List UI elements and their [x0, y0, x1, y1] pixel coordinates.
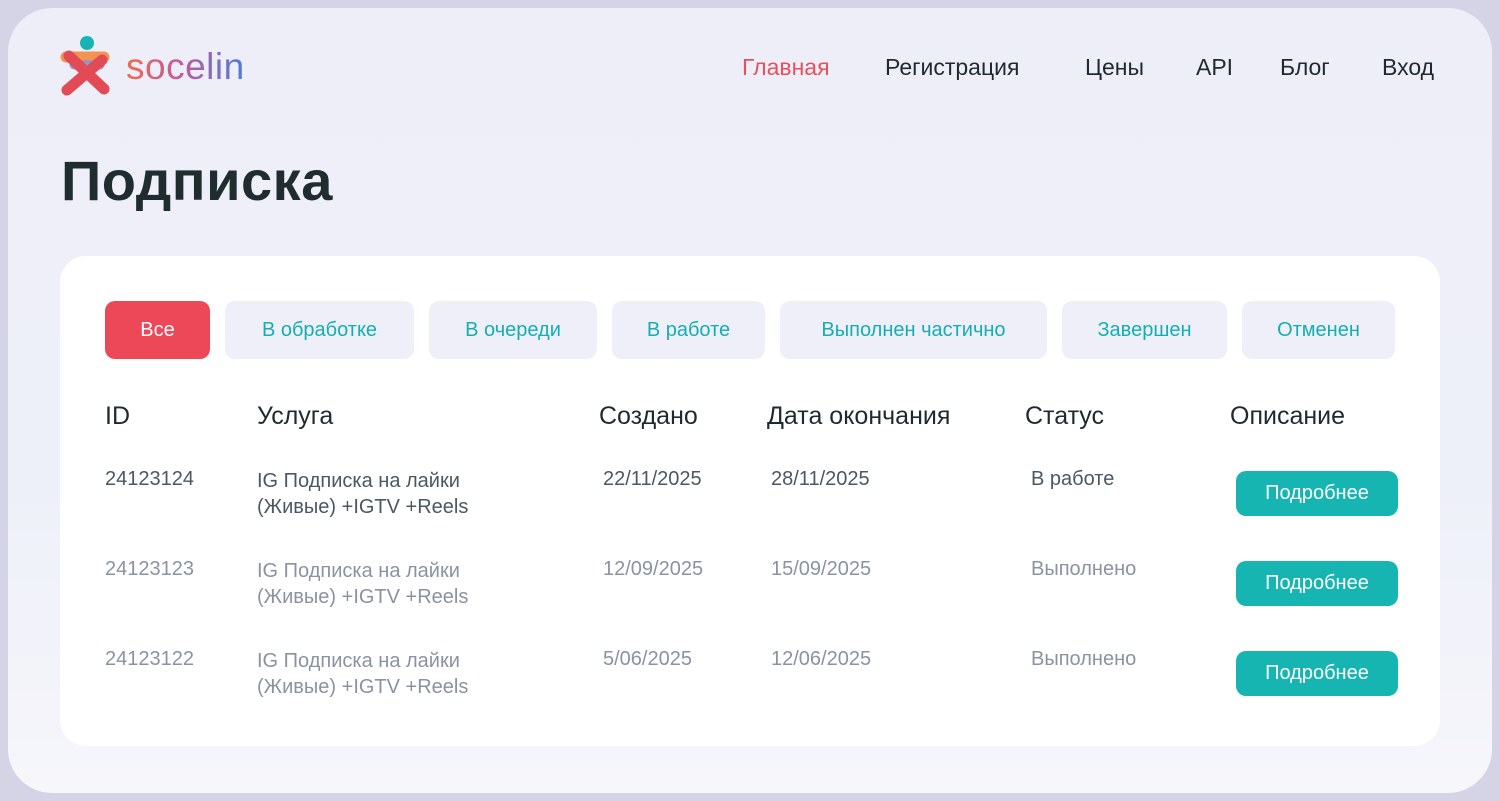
filter-queued[interactable]: В очереди [429, 301, 597, 359]
nav-api-link[interactable]: API [1196, 54, 1233, 81]
service-name-line1: IG Подписка на лайки [257, 560, 460, 582]
service-name-line2: (Живые) +IGTV +Reels [257, 676, 469, 698]
service-name-line1: IG Подписка на лайки [257, 470, 460, 492]
filter-in-progress[interactable]: В работе [612, 301, 765, 359]
created-date: 12/09/2025 [603, 558, 704, 580]
filter-partially-done[interactable]: Выполнен частично [780, 301, 1047, 359]
filter-completed[interactable]: Завершен [1062, 301, 1227, 359]
column-header-service: Услуга [257, 402, 334, 430]
service-name: IG Подписка на лайки (Живые) +IGTV +Reel… [257, 648, 517, 700]
service-name: IG Подписка на лайки (Живые) +IGTV +Reel… [257, 558, 517, 610]
subscriptions-card: Все В обработке В очереди В работе Выпол… [60, 256, 1440, 746]
details-button[interactable]: Подробнее [1236, 561, 1398, 606]
nav-login-link[interactable]: Вход [1382, 54, 1434, 81]
service-name-line2: (Живые) +IGTV +Reels [257, 586, 469, 608]
order-id: 24123123 [105, 558, 194, 580]
nav-blog-link[interactable]: Блог [1280, 54, 1330, 81]
column-header-id: ID [105, 402, 130, 430]
order-id: 24123124 [105, 468, 194, 490]
status-text: В работе [1031, 468, 1115, 490]
column-header-created: Создано [599, 402, 698, 430]
details-button[interactable]: Подробнее [1236, 471, 1398, 516]
filter-processing[interactable]: В обработке [225, 301, 414, 359]
details-button[interactable]: Подробнее [1236, 651, 1398, 696]
end-date: 12/06/2025 [771, 648, 872, 670]
app-window: socelin Главная Регистрация Цены API Бло… [8, 8, 1492, 793]
created-date: 22/11/2025 [603, 468, 702, 490]
filter-cancelled[interactable]: Отменен [1242, 301, 1395, 359]
page-title: Подписка [61, 149, 333, 212]
created-date: 5/06/2025 [603, 648, 692, 670]
order-id: 24123122 [105, 648, 194, 670]
nav-home-link[interactable]: Главная [742, 54, 830, 81]
nav-prices-link[interactable]: Цены [1085, 54, 1144, 81]
status-text: Выполнено [1031, 648, 1137, 670]
service-name-line1: IG Подписка на лайки [257, 650, 460, 672]
column-header-end-date: Дата окончания [767, 402, 951, 430]
service-name-line2: (Живые) +IGTV +Reels [257, 496, 469, 518]
end-date: 15/09/2025 [771, 558, 872, 580]
end-date: 28/11/2025 [771, 468, 870, 490]
top-nav: Главная Регистрация Цены API Блог Вход [8, 54, 1492, 84]
column-header-description: Описание [1230, 402, 1346, 430]
status-text: Выполнено [1031, 558, 1137, 580]
column-header-status: Статус [1025, 402, 1105, 430]
filter-all[interactable]: Все [105, 301, 210, 359]
service-name: IG Подписка на лайки (Живые) +IGTV +Reel… [257, 468, 517, 520]
nav-register-link[interactable]: Регистрация [885, 54, 1019, 81]
